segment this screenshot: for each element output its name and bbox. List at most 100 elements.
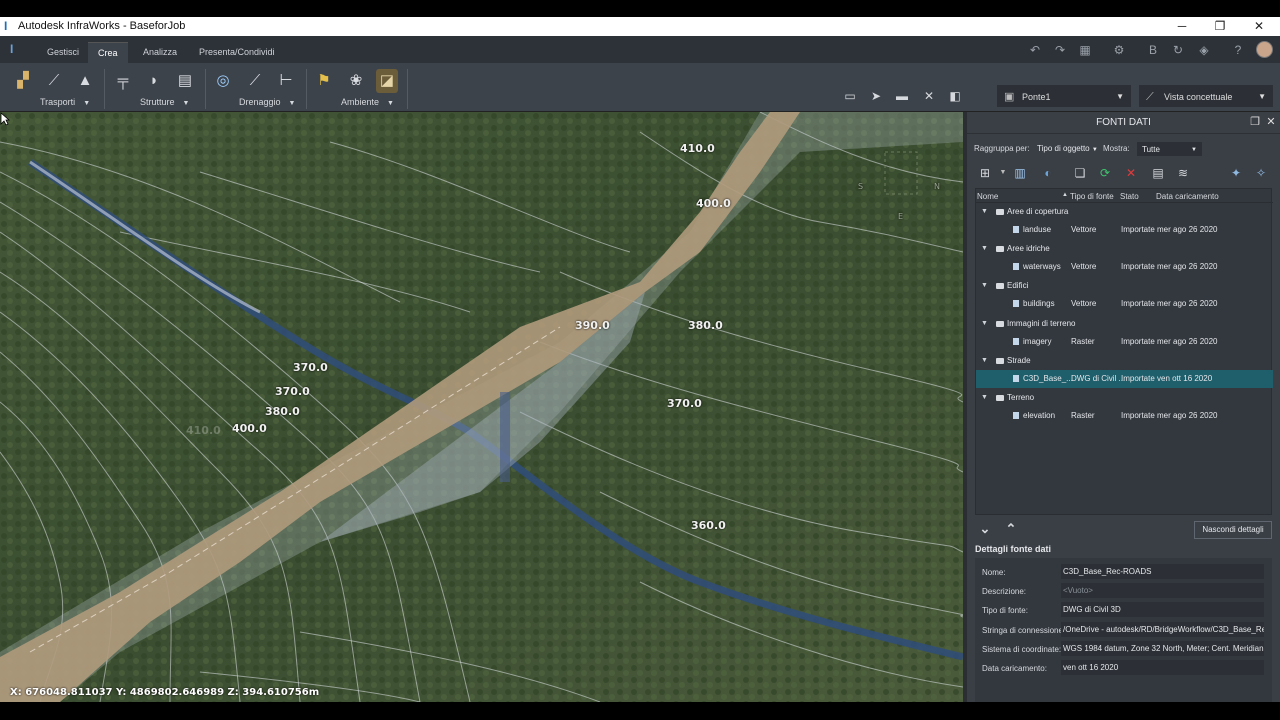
close-panel-icon[interactable]: ✕	[1264, 115, 1278, 129]
bridge-tool-icon[interactable]: ╤	[112, 69, 134, 93]
tab-crea[interactable]: Crea	[88, 42, 128, 63]
select-arrow-icon[interactable]: ➤	[867, 89, 885, 105]
expand-caret-icon[interactable]: ▼	[981, 203, 988, 221]
detail-source-type-field[interactable]: DWG di Civil 3D	[1061, 602, 1264, 617]
expand-caret-icon[interactable]: ▼	[981, 315, 988, 333]
tree-item-row[interactable]: buildings Vettore Importate mer ago 26 2…	[976, 295, 1273, 313]
bim-icon[interactable]: B	[1145, 42, 1161, 58]
tab-gestisci[interactable]: Gestisci	[37, 42, 89, 63]
column-stato[interactable]: Stato	[1120, 192, 1139, 201]
add-source-icon[interactable]: ⊞	[976, 164, 994, 182]
pipe-tool-icon[interactable]: ▲	[74, 69, 96, 93]
column-tipo-di-fonte[interactable]: Tipo di fonte	[1070, 192, 1114, 201]
expand-caret-icon[interactable]: ▼	[981, 240, 988, 258]
source-file-icon	[1013, 338, 1019, 346]
measure-icon[interactable]: ▬	[893, 89, 911, 105]
3d-viewport[interactable]: 410.0 400.0 390.0 380.0 370.0 370.0 380.…	[0, 112, 963, 702]
tree-item-row[interactable]: elevation Raster Importate mer ago 26 20…	[976, 407, 1273, 425]
expand-up-icon[interactable]: ⌃	[1004, 522, 1018, 536]
connect-icon[interactable]: ✧	[1252, 164, 1270, 182]
maximize-button[interactable]: ❐	[1200, 17, 1240, 36]
bookmark-icon[interactable]: ◧	[946, 89, 964, 105]
point-of-interest-icon[interactable]: ❀	[345, 69, 367, 93]
column-nome[interactable]: Nome	[977, 192, 998, 201]
group-trasporti[interactable]: Trasporti ▼	[40, 97, 90, 107]
road-tool-icon[interactable]: ▞	[12, 69, 34, 93]
details-title: Dettagli fonte dati	[975, 544, 1051, 554]
tree-group-row[interactable]: ▼ Aree idriche	[976, 240, 1273, 258]
tab-analizza[interactable]: Analizza	[133, 42, 187, 63]
detail-load-date-field[interactable]: ven ott 16 2020	[1061, 660, 1264, 675]
railway-tool-icon[interactable]: ⟋	[43, 69, 65, 93]
help-icon[interactable]: ?	[1230, 42, 1246, 58]
disconnect-icon[interactable]: ✦	[1227, 164, 1245, 182]
building-tool-icon[interactable]: ▤	[174, 69, 196, 93]
chevron-down-icon[interactable]: ▼	[994, 164, 1012, 182]
source-type: Vettore	[1071, 262, 1097, 271]
detail-connection-field[interactable]: /OneDrive - autodesk/RD/BridgeWorkflow/C…	[1061, 622, 1264, 637]
model-dropdown[interactable]: ▣ Ponte1 ▼	[997, 85, 1131, 107]
map-icon[interactable]: ◐	[1039, 164, 1057, 182]
contour-label: 370.0	[275, 385, 310, 398]
sync-icon[interactable]: ↻	[1170, 42, 1186, 58]
tree-item-row-selected[interactable]: C3D_Base_... DWG di Civil ... Importate …	[976, 370, 1273, 388]
column-data-caricamento[interactable]: Data caricamento	[1156, 192, 1219, 201]
layers-icon[interactable]: ≋	[1174, 164, 1192, 182]
bottom-black-bar	[0, 702, 1280, 720]
city-furniture-tool-icon[interactable]: ⚑	[313, 69, 335, 93]
refresh-icon[interactable]: ⟳	[1096, 164, 1114, 182]
source-name: imagery	[1023, 337, 1052, 346]
cloud-model-icon[interactable]: ◈	[1196, 42, 1212, 58]
hide-details-button[interactable]: Nascondi dettagli	[1194, 521, 1272, 539]
detail-description-field[interactable]: <Vuoto>	[1061, 583, 1264, 598]
group-ambiente-label: Ambiente	[341, 97, 380, 107]
tools-icon[interactable]: ✕	[920, 89, 938, 105]
tree-group-row[interactable]: ▼ Strade	[976, 352, 1273, 370]
minimize-button[interactable]: ─	[1162, 17, 1202, 36]
visual-style-dropdown[interactable]: ⟋ Vista concettuale ▼	[1139, 85, 1273, 107]
document-icon[interactable]: ▤	[1149, 164, 1167, 182]
expand-caret-icon[interactable]: ▼	[981, 389, 988, 407]
collapse-down-icon[interactable]: ⌄	[978, 522, 992, 536]
tree-item-row[interactable]: landuse Vettore Importate mer ago 26 202…	[976, 221, 1273, 239]
expand-caret-icon[interactable]: ▼	[981, 277, 988, 295]
tree-group-row[interactable]: ▼ Aree di copertura	[976, 203, 1273, 221]
user-avatar[interactable]	[1256, 41, 1273, 58]
tree-item-row[interactable]: waterways Vettore Importate mer ago 26 2…	[976, 258, 1273, 276]
tree-group-row[interactable]: ▼ Terreno	[976, 389, 1273, 407]
group-drenaggio[interactable]: Drenaggio ▼	[239, 97, 295, 107]
infraworks-logo-icon[interactable]: I	[10, 42, 13, 56]
copy-icon[interactable]: ❏	[1071, 164, 1089, 182]
tunnel-tool-icon[interactable]: ◗	[143, 69, 165, 93]
tree-group-row[interactable]: ▼ Immagini di terreno	[976, 315, 1273, 333]
database-icon[interactable]: ▥	[1011, 164, 1029, 182]
undo-icon[interactable]: ↶	[1027, 42, 1043, 58]
terrain-scene	[0, 112, 963, 702]
pipe-network-tool-icon[interactable]: ⟋	[244, 69, 266, 93]
show-select[interactable]: Tutte ▼	[1137, 142, 1202, 156]
source-file-icon	[1013, 412, 1019, 420]
contour-label: 360.0	[691, 519, 726, 532]
culvert-tool-icon[interactable]: ◎	[212, 69, 234, 93]
redo-icon[interactable]: ↷	[1052, 42, 1068, 58]
tab-presenta-condividi[interactable]: Presenta/Condividi	[189, 42, 285, 63]
source-status: Importate	[1121, 262, 1155, 271]
drainage-connector-icon[interactable]: ⊢	[275, 69, 297, 93]
group-strutture[interactable]: Strutture ▼	[140, 97, 189, 107]
restore-panel-icon[interactable]: ❐	[1248, 115, 1262, 129]
settings-icon[interactable]: ⚙	[1111, 42, 1127, 58]
detail-coordinate-system-field[interactable]: WGS 1984 datum, Zone 32 North, Meter; Ce…	[1061, 641, 1264, 656]
sort-up-icon[interactable]: ▲	[1062, 192, 1068, 198]
group-ambiente[interactable]: Ambiente ▼	[341, 97, 394, 107]
detail-name-field[interactable]: C3D_Base_Rec-ROADS	[1061, 564, 1264, 579]
coverage-area-icon[interactable]: ◪	[376, 69, 398, 93]
tree-group-row[interactable]: ▼ Edifici	[976, 277, 1273, 295]
group-by-select[interactable]: Tipo di oggetto ▼	[1037, 142, 1098, 156]
close-window-button[interactable]: ✕	[1239, 17, 1279, 36]
contour-label: 370.0	[667, 397, 702, 410]
expand-caret-icon[interactable]: ▼	[981, 352, 988, 370]
layout-icon[interactable]: ▦	[1077, 42, 1093, 58]
delete-icon[interactable]: ✕	[1122, 164, 1140, 182]
tree-item-row[interactable]: imagery Raster Importate mer ago 26 2020	[976, 333, 1273, 351]
view-icon[interactable]: ▭	[841, 89, 859, 105]
